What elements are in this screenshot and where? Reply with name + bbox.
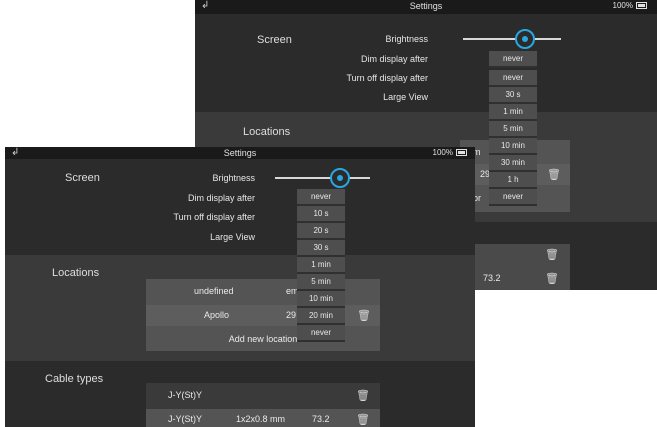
dim-display-label: Dim display after xyxy=(360,54,428,64)
window-title: Settings xyxy=(223,148,257,158)
dropdown-option[interactable]: 30 s xyxy=(297,240,345,257)
trash-icon[interactable]: 🗑︎ xyxy=(547,169,561,181)
section-screen-label: Screen xyxy=(65,172,100,184)
turn-off-display-label: Turn off display after xyxy=(173,212,255,222)
dropdown-option[interactable]: 20 min xyxy=(297,308,345,325)
cell-value: 73.2 xyxy=(483,273,501,283)
dropdown-option[interactable]: 30 s xyxy=(489,87,537,104)
turn-off-display-label: Turn off display after xyxy=(346,73,428,83)
add-location-label: Add new location xyxy=(228,334,298,344)
dropdown-option[interactable]: 10 s xyxy=(297,206,345,223)
screen-section: Screen Brightness Dim display after Turn… xyxy=(195,14,657,112)
section-screen-label: Screen xyxy=(257,34,292,46)
battery-icon xyxy=(636,2,647,10)
large-view-label: Large View xyxy=(210,232,255,242)
dropdown-option[interactable]: 5 min xyxy=(489,121,537,138)
dropdown-option[interactable]: 30 min xyxy=(489,155,537,172)
cable-types-section: Cable types J-Y(St)Y 🗑︎ J-Y(St)Y 1x2x0.8… xyxy=(5,361,475,427)
trash-icon[interactable]: 🗑︎ xyxy=(356,414,370,426)
trash-icon[interactable]: 🗑︎ xyxy=(545,249,559,261)
location-name: Apollo xyxy=(204,310,230,320)
brightness-slider-knob[interactable] xyxy=(330,168,350,188)
dropdown-option[interactable]: 1 h xyxy=(489,172,537,189)
table-row[interactable]: 🗑︎ xyxy=(475,244,570,265)
trash-icon[interactable]: 🗑︎ xyxy=(357,310,371,322)
location-name: undefined xyxy=(194,286,234,296)
cable-value: 73.2 xyxy=(312,414,330,424)
locations-section: Locations undefined em Apollo 29 🗑︎ Add … xyxy=(5,255,475,361)
dropdown-option[interactable]: 20 s xyxy=(297,223,345,240)
dim-display-value[interactable]: never xyxy=(489,51,537,68)
table-row[interactable]: J-Y(St)Y 1x2x0.8 mm 73.2 🗑︎ xyxy=(146,409,380,427)
dim-display-select[interactable]: never xyxy=(489,51,537,68)
dropdown-option[interactable]: never xyxy=(297,325,345,342)
cable-types-table: J-Y(St)Y 🗑︎ J-Y(St)Y 1x2x0.8 mm 73.2 🗑︎ xyxy=(146,383,380,427)
battery-percent: 100% xyxy=(612,1,633,10)
title-bar: ↲ Settings 100% xyxy=(5,147,475,159)
dim-display-value[interactable]: never xyxy=(297,189,345,206)
brightness-slider-knob[interactable] xyxy=(515,29,535,49)
dropdown-option[interactable]: never xyxy=(489,189,537,206)
trash-icon[interactable]: 🗑︎ xyxy=(356,390,370,402)
cable-name: J-Y(St)Y xyxy=(168,390,203,400)
screen-section: Screen Brightness Dim display after Turn… xyxy=(5,159,475,255)
section-locations-label: Locations xyxy=(52,267,100,279)
dim-display-label: Dim display after xyxy=(187,193,255,203)
window-title: Settings xyxy=(409,1,443,11)
brightness-slider[interactable] xyxy=(463,38,561,40)
brightness-slider[interactable] xyxy=(275,177,370,179)
dropdown-option[interactable]: 10 min xyxy=(489,138,537,155)
table-row[interactable]: J-Y(St)Y 🗑︎ xyxy=(146,385,380,406)
battery-icon xyxy=(456,149,467,157)
cable-types-table: 🗑︎ 73.2 🗑︎ xyxy=(475,244,570,290)
location-value: 29 xyxy=(286,310,297,320)
brightness-label: Brightness xyxy=(385,34,428,44)
dropdown-option[interactable]: 1 min xyxy=(489,104,537,121)
section-locations-label: Locations xyxy=(243,126,291,138)
brightness-label: Brightness xyxy=(212,173,255,183)
dropdown-option[interactable]: 10 min xyxy=(297,291,345,308)
large-view-label: Large View xyxy=(383,92,428,102)
section-cable-types-label: Cable types xyxy=(45,373,104,385)
dropdown-option[interactable]: 5 min xyxy=(297,274,345,291)
cable-name: J-Y(St)Y xyxy=(168,414,203,424)
settings-window-front: ↲ Settings 100% Screen Brightness Dim di… xyxy=(5,147,475,427)
battery-percent: 100% xyxy=(432,148,453,157)
battery-status: 100% xyxy=(613,0,647,12)
dim-display-dropdown[interactable]: never 10 s 20 s 30 s 1 min 5 min 10 min … xyxy=(297,189,345,342)
dropdown-option[interactable]: 1 min xyxy=(297,257,345,274)
turn-off-display-value[interactable]: never xyxy=(489,70,537,87)
cable-spec: 1x2x0.8 mm xyxy=(236,414,286,424)
turn-off-display-dropdown[interactable]: never 30 s 1 min 5 min 10 min 30 min 1 h… xyxy=(489,70,537,206)
battery-status: 100% xyxy=(433,147,467,159)
table-row[interactable]: 73.2 🗑︎ xyxy=(475,268,570,289)
title-bar: ↲ Settings 100% xyxy=(195,0,657,14)
trash-icon[interactable]: 🗑︎ xyxy=(545,273,559,285)
